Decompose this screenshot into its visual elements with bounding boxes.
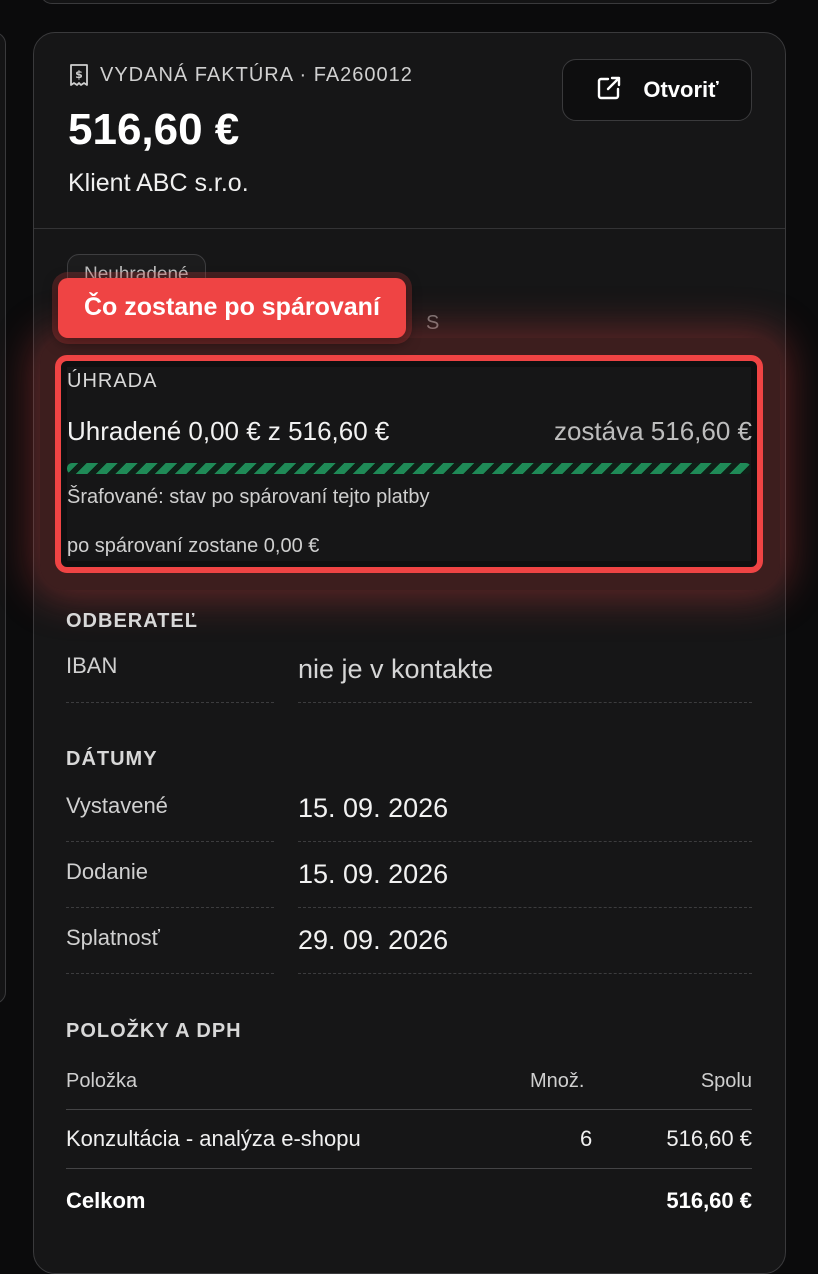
- invoice-amount: 516,60 €: [68, 105, 240, 154]
- payment-remaining-text: zostáva 516,60 €: [553, 416, 752, 446]
- delivery-label: Dodanie: [66, 859, 148, 884]
- obscured-text: S: [426, 312, 440, 334]
- row-divider: [298, 973, 752, 974]
- payment-title: ÚHRADA: [67, 370, 158, 392]
- issued-label: Vystavené: [66, 793, 168, 818]
- row-divider: [66, 973, 274, 974]
- receipt-icon: $: [68, 63, 90, 87]
- external-link-icon: [595, 74, 623, 107]
- background-card-top: [40, 0, 780, 4]
- client-name: Klient ABC s.r.o.: [68, 169, 249, 197]
- row-divider: [298, 841, 752, 842]
- sum-value: 516,60 €: [666, 1188, 752, 1213]
- column-header-item: Položka: [66, 1070, 138, 1092]
- header-divider: [34, 228, 785, 229]
- highlight-tooltip: Čo zostane po spárovaní: [58, 278, 406, 338]
- payment-hatch-note: Šrafované: stav po spárovaní tejto platb…: [67, 486, 430, 508]
- open-button-label: Otvoriť: [643, 77, 719, 102]
- svg-text:$: $: [75, 68, 83, 81]
- item-name: Konzultácia - analýza e-shopu: [66, 1126, 361, 1151]
- row-divider: [66, 841, 274, 842]
- payment-paid-text: Uhradené 0,00 € z 516,60 €: [67, 416, 390, 446]
- dates-section-title: DÁTUMY: [66, 748, 158, 770]
- table-header-divider: [66, 1109, 752, 1110]
- column-header-qty: Množ.: [530, 1070, 585, 1092]
- row-divider: [298, 702, 752, 703]
- invoice-card: $ VYDANÁ FAKTÚRA · FA260012 516,60 € Kli…: [33, 32, 786, 1274]
- row-divider: [66, 702, 274, 703]
- item-total: 516,60 €: [666, 1126, 752, 1151]
- sum-label: Celkom: [66, 1188, 146, 1213]
- payment-progress-bar: [67, 463, 751, 474]
- open-button[interactable]: Otvoriť: [562, 59, 752, 121]
- payment-after-match: po spárovaní zostane 0,00 €: [67, 535, 320, 557]
- document-type-label: VYDANÁ FAKTÚRA · FA260012: [100, 63, 413, 86]
- table-row-divider: [66, 1168, 752, 1169]
- items-section-title: POLOŽKY A DPH: [66, 1020, 242, 1042]
- invoice-header: $ VYDANÁ FAKTÚRA · FA260012: [68, 63, 413, 87]
- customer-section-title: ODBERATEĽ: [66, 610, 198, 632]
- iban-value: nie je v kontakte: [298, 654, 494, 684]
- row-divider: [66, 907, 274, 908]
- item-qty: 6: [580, 1126, 593, 1151]
- background-card-left: [0, 32, 6, 1004]
- delivery-date: 15. 09. 2026: [298, 859, 449, 889]
- due-date: 29. 09. 2026: [298, 925, 449, 955]
- due-label: Splatnosť: [66, 925, 160, 950]
- column-header-total: Spolu: [700, 1070, 752, 1092]
- row-divider: [298, 907, 752, 908]
- iban-label: IBAN: [66, 653, 118, 678]
- issued-date: 15. 09. 2026: [298, 793, 449, 823]
